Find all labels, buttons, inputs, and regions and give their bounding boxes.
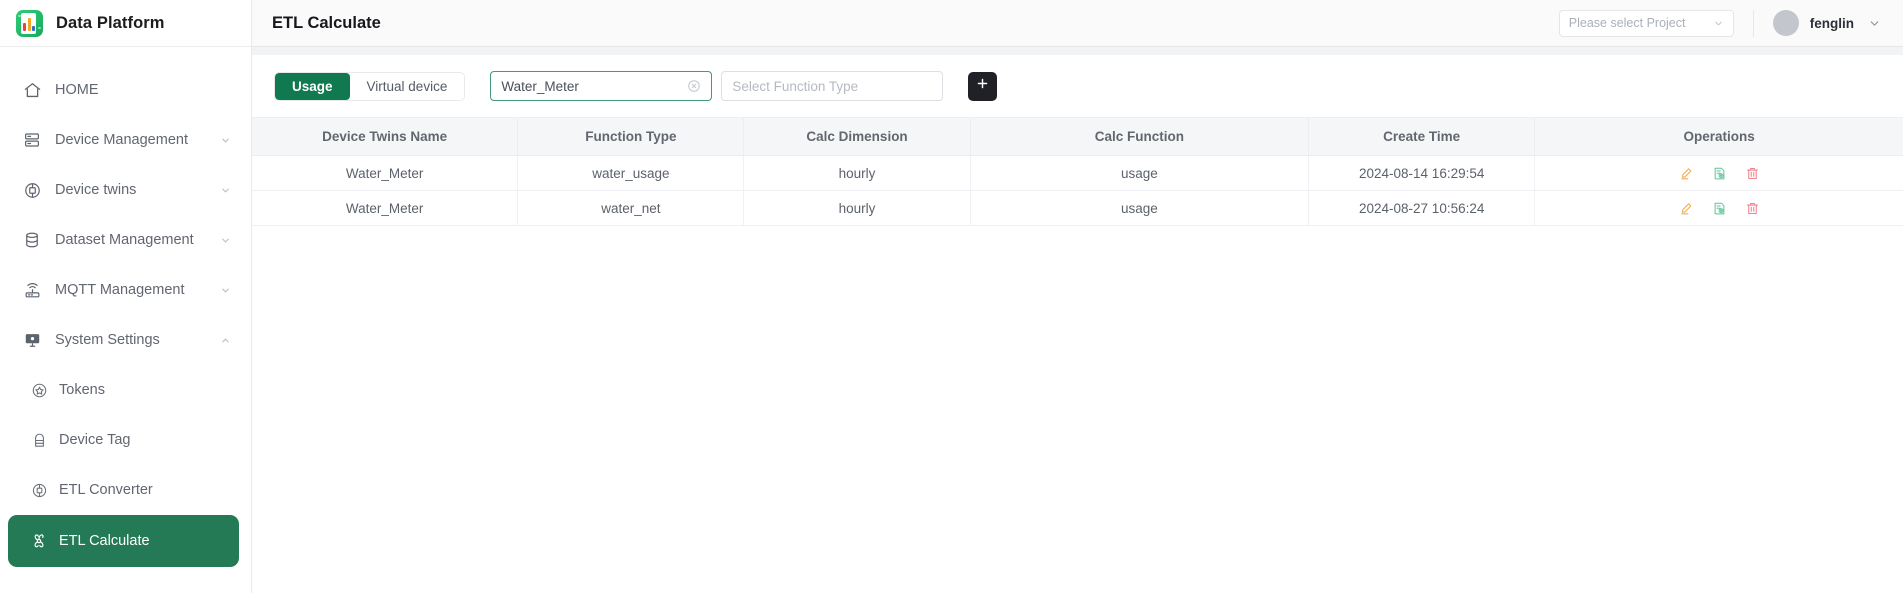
sidebar-item-device-tag[interactable]: Device Tag bbox=[0, 415, 251, 465]
app-root: Data Platform HOME Device Management Dev… bbox=[0, 0, 1903, 593]
device-twins-input-value: Water_Meter bbox=[501, 78, 579, 94]
brand-title: Data Platform bbox=[56, 13, 165, 32]
sidebar-item-label: Device Tag bbox=[59, 432, 131, 448]
cell-create-time: 2024-08-14 16:29:54 bbox=[1308, 155, 1536, 191]
document-preview-icon[interactable] bbox=[1711, 200, 1727, 216]
sidebar-item-label: ETL Converter bbox=[59, 482, 153, 498]
chevron-up-icon[interactable] bbox=[219, 334, 231, 346]
bar-chart-logo-icon bbox=[16, 9, 43, 37]
sidebar: Data Platform HOME Device Management Dev… bbox=[0, 0, 252, 593]
column-header-calc-dimension: Calc Dimension bbox=[743, 117, 971, 156]
etl-calculate-table: Device Twins Name Function Type Calc Dim… bbox=[252, 117, 1903, 226]
brand[interactable]: Data Platform bbox=[0, 0, 251, 47]
sidebar-item-etl-calculate[interactable]: ETL Calculate bbox=[8, 515, 239, 567]
sidebar-item-mqtt-management[interactable]: MQTT Management bbox=[0, 265, 251, 315]
tag-icon bbox=[30, 431, 48, 449]
sidebar-item-label: Tokens bbox=[59, 382, 105, 398]
chevron-down-icon[interactable] bbox=[1868, 17, 1881, 30]
table-header-row: Device Twins Name Function Type Calc Dim… bbox=[252, 117, 1903, 156]
document-preview-icon[interactable] bbox=[1711, 165, 1727, 181]
sidebar-item-dataset-management[interactable]: Dataset Management bbox=[0, 215, 251, 265]
chevron-down-icon[interactable] bbox=[219, 134, 231, 146]
server-icon bbox=[22, 130, 42, 150]
sidebar-item-label: HOME bbox=[55, 82, 99, 98]
filter-toolbar: Usage Virtual device Water_Meter Select … bbox=[252, 55, 1903, 117]
cell-function-type: water_net bbox=[517, 190, 745, 226]
sidebar-item-home[interactable]: HOME bbox=[0, 65, 251, 115]
monitor-settings-icon bbox=[22, 330, 42, 350]
sidebar-item-device-management[interactable]: Device Management bbox=[0, 115, 251, 165]
calculate-icon bbox=[30, 532, 48, 550]
sidebar-item-label: Dataset Management bbox=[55, 232, 194, 248]
function-type-input[interactable]: Select Function Type bbox=[721, 71, 944, 101]
pencil-edit-icon[interactable] bbox=[1678, 165, 1694, 181]
project-select-placeholder: Please select Project bbox=[1568, 16, 1686, 30]
sidebar-item-tokens[interactable]: Tokens bbox=[0, 365, 251, 415]
sidebar-item-label: MQTT Management bbox=[55, 282, 185, 298]
device-twins-icon bbox=[22, 180, 42, 200]
column-header-device-twins-name: Device Twins Name bbox=[252, 117, 519, 156]
chevron-down-icon[interactable] bbox=[219, 184, 231, 196]
clear-circle-icon[interactable] bbox=[687, 79, 701, 93]
router-wifi-icon bbox=[22, 280, 42, 300]
user-name: fenglin bbox=[1809, 15, 1854, 31]
sidebar-item-label: ETL Calculate bbox=[59, 533, 150, 549]
user-menu[interactable]: fenglin bbox=[1772, 10, 1881, 36]
database-icon bbox=[22, 230, 42, 250]
content-card: Usage Virtual device Water_Meter Select … bbox=[252, 55, 1903, 593]
chevron-down-icon[interactable] bbox=[219, 234, 231, 246]
sidebar-nav: HOME Device Management Device twins Data… bbox=[0, 47, 251, 593]
sidebar-item-label: System Settings bbox=[55, 332, 160, 348]
cell-calc-function: usage bbox=[970, 155, 1310, 191]
pencil-edit-icon[interactable] bbox=[1678, 200, 1694, 216]
column-header-create-time: Create Time bbox=[1308, 117, 1536, 156]
cell-calc-dimension: hourly bbox=[743, 155, 971, 191]
mode-segmented-control: Usage Virtual device bbox=[274, 71, 466, 101]
home-icon bbox=[22, 80, 42, 100]
sidebar-item-system-settings[interactable]: System Settings bbox=[0, 315, 251, 365]
trash-icon[interactable] bbox=[1744, 200, 1760, 216]
column-header-calc-function: Calc Function bbox=[970, 117, 1310, 156]
topbar-right: Please select Project fenglin bbox=[1558, 9, 1881, 37]
cell-operations bbox=[1534, 155, 1903, 191]
function-type-placeholder: Select Function Type bbox=[732, 78, 859, 94]
cell-function-type: water_usage bbox=[517, 155, 745, 191]
device-twins-input[interactable]: Water_Meter bbox=[490, 71, 713, 101]
sidebar-item-label: Device Management bbox=[55, 132, 188, 148]
tab-virtual-device[interactable]: Virtual device bbox=[349, 72, 465, 100]
cell-device-twins-name: Water_Meter bbox=[252, 190, 519, 226]
main-area: ETL Calculate Please select Project feng… bbox=[252, 0, 1903, 593]
chevron-down-icon[interactable] bbox=[219, 284, 231, 296]
table-row[interactable]: Water_Meter water_net hourly usage 2024-… bbox=[252, 190, 1903, 226]
star-badge-icon bbox=[30, 381, 48, 399]
tab-usage[interactable]: Usage bbox=[275, 72, 350, 100]
sidebar-item-device-twins[interactable]: Device twins bbox=[0, 165, 251, 215]
cell-operations bbox=[1534, 190, 1903, 226]
cell-device-twins-name: Water_Meter bbox=[252, 155, 519, 191]
sidebar-item-etl-converter[interactable]: ETL Converter bbox=[0, 465, 251, 515]
sidebar-item-label: Device twins bbox=[55, 182, 137, 198]
cell-calc-function: usage bbox=[970, 190, 1310, 226]
page-title: ETL Calculate bbox=[272, 13, 381, 32]
avatar bbox=[1772, 10, 1799, 36]
plus-icon bbox=[975, 76, 990, 96]
add-button[interactable] bbox=[968, 71, 998, 101]
column-header-operations: Operations bbox=[1534, 117, 1903, 156]
table-row[interactable]: Water_Meter water_usage hourly usage 202… bbox=[252, 155, 1903, 191]
column-header-function-type: Function Type bbox=[517, 117, 745, 156]
trash-icon[interactable] bbox=[1744, 165, 1760, 181]
topbar: ETL Calculate Please select Project feng… bbox=[252, 0, 1903, 47]
topbar-divider bbox=[1752, 9, 1754, 37]
cell-create-time: 2024-08-27 10:56:24 bbox=[1308, 190, 1536, 226]
chevron-down-icon bbox=[1713, 18, 1724, 29]
converter-icon bbox=[30, 481, 48, 499]
table-container: Device Twins Name Function Type Calc Dim… bbox=[252, 117, 1903, 593]
cell-calc-dimension: hourly bbox=[743, 190, 971, 226]
project-select[interactable]: Please select Project bbox=[1558, 9, 1734, 37]
